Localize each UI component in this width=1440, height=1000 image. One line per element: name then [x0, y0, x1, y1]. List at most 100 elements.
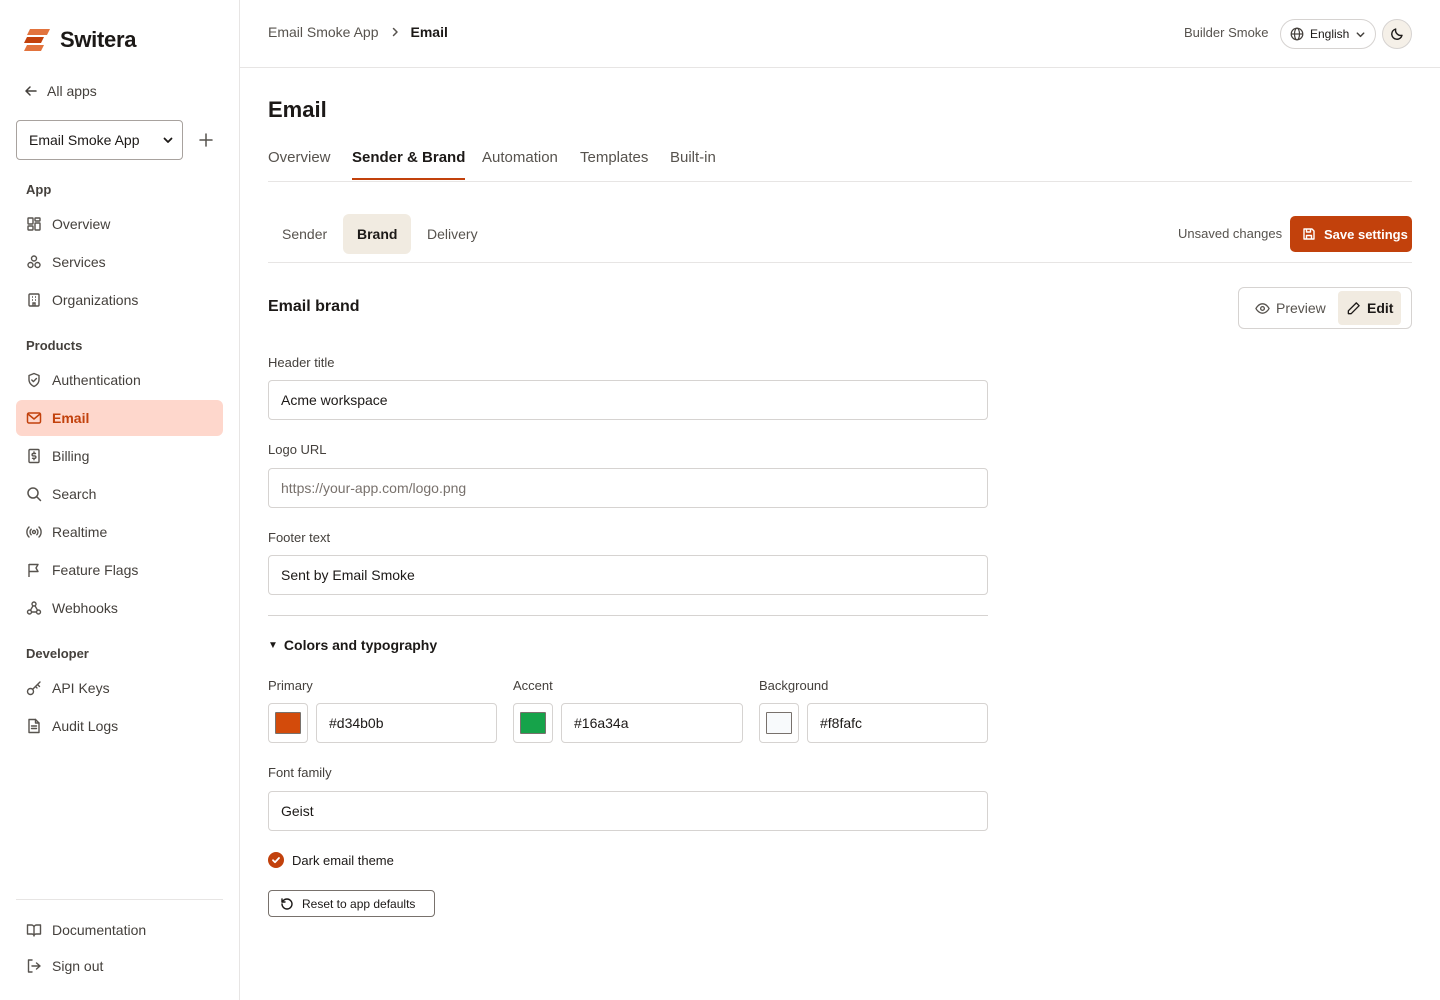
breadcrumb-app[interactable]: Email Smoke App — [268, 24, 379, 40]
main-tabs: Overview Sender & Brand Automation Templ… — [268, 146, 1412, 182]
accent-color-input[interactable]: #16a34a — [561, 703, 743, 743]
section-label-products: Products — [26, 338, 83, 353]
sidebar-item-label: Search — [52, 486, 97, 502]
sign-out-button[interactable]: Sign out — [16, 948, 223, 984]
add-app-button[interactable] — [196, 130, 216, 150]
chevron-down-icon — [1355, 29, 1366, 40]
page-title: Email — [268, 97, 327, 122]
sidebar-item-label: Authentication — [52, 372, 141, 388]
subtab-delivery[interactable]: Delivery — [413, 214, 492, 254]
logo-url-placeholder: https://your-app.com/logo.png — [281, 480, 467, 496]
primary-color-input[interactable]: #d34b0b — [316, 703, 497, 743]
sidebar-item-organizations[interactable]: Organizations — [16, 282, 223, 318]
sub-tabs: Sender Brand Delivery Unsaved changes Sa… — [268, 214, 1412, 263]
save-settings-button[interactable]: Save settings — [1290, 216, 1412, 252]
sidebar-item-realtime[interactable]: Realtime — [16, 514, 223, 550]
background-color-input[interactable]: #f8fafc — [807, 703, 988, 743]
book-open-icon — [26, 922, 42, 938]
all-apps-label: All apps — [47, 83, 97, 99]
brand-name: Switera — [60, 27, 137, 52]
breadcrumb: Email Smoke App Email — [268, 24, 448, 40]
subtab-brand[interactable]: Brand — [343, 214, 412, 254]
rotate-ccw-icon — [280, 897, 294, 911]
tab-sender-brand[interactable]: Sender & Brand — [352, 149, 466, 180]
theme-toggle-button[interactable] — [1382, 19, 1412, 49]
background-color-swatch — [766, 712, 792, 734]
preview-label: Preview — [1276, 300, 1326, 316]
dark-theme-checkbox[interactable] — [268, 852, 284, 868]
sidebar-item-audit-logs[interactable]: Audit Logs — [16, 708, 223, 744]
brand-logo[interactable]: Switera — [24, 27, 136, 53]
preview-button[interactable]: Preview — [1247, 291, 1334, 325]
app-select-value: Email Smoke App — [29, 132, 140, 148]
flag-icon — [26, 562, 42, 578]
sidebar: Switera All apps Email Smoke App App Ove… — [0, 0, 240, 1000]
accent-color-picker[interactable] — [513, 703, 553, 743]
sidebar-item-label: API Keys — [52, 680, 110, 696]
section-label-developer: Developer — [26, 646, 89, 661]
globe-icon — [1290, 27, 1304, 41]
search-icon — [26, 486, 42, 502]
primary-color-swatch — [275, 712, 301, 734]
top-bar: Email Smoke App Email Builder Smoke Engl… — [240, 0, 1440, 68]
sidebar-item-api-keys[interactable]: API Keys — [16, 670, 223, 706]
dark-theme-label: Dark email theme — [292, 852, 394, 868]
services-icon — [26, 254, 42, 270]
edit-label: Edit — [1367, 300, 1394, 316]
sidebar-item-services[interactable]: Services — [16, 244, 223, 280]
logo-url-label: Logo URL — [268, 442, 327, 457]
user-name: Builder Smoke — [1184, 25, 1269, 40]
unsaved-changes-text: Unsaved changes — [1178, 226, 1283, 241]
subtab-sender[interactable]: Sender — [268, 214, 341, 254]
save-settings-label: Save settings — [1324, 226, 1408, 242]
colors-typography-toggle[interactable]: ▼ Colors and typography — [268, 637, 437, 653]
background-color-picker[interactable] — [759, 703, 799, 743]
log-out-icon — [26, 958, 42, 974]
primary-color-picker[interactable] — [268, 703, 308, 743]
footer-text-value: Sent by Email Smoke — [281, 567, 415, 583]
sidebar-item-billing[interactable]: Billing — [16, 438, 223, 474]
app-select[interactable]: Email Smoke App — [16, 120, 183, 160]
pencil-icon — [1346, 301, 1361, 316]
footer-text-input[interactable]: Sent by Email Smoke — [268, 555, 988, 595]
shield-check-icon — [26, 372, 42, 388]
sidebar-item-search[interactable]: Search — [16, 476, 223, 512]
tab-automation[interactable]: Automation — [482, 149, 558, 178]
tab-overview[interactable]: Overview — [268, 149, 331, 178]
building-icon — [26, 292, 42, 308]
form-divider — [268, 615, 988, 616]
background-color-value: #f8fafc — [820, 715, 863, 731]
sidebar-item-authentication[interactable]: Authentication — [16, 362, 223, 398]
moon-icon — [1390, 27, 1404, 41]
sidebar-divider — [16, 899, 223, 900]
check-icon — [271, 855, 281, 865]
font-family-input[interactable]: Geist — [268, 791, 988, 831]
sidebar-item-email[interactable]: Email — [16, 400, 223, 436]
grid-icon — [26, 216, 42, 232]
edit-button[interactable]: Edit — [1338, 291, 1402, 325]
documentation-label: Documentation — [52, 922, 147, 938]
language-select[interactable]: English — [1280, 19, 1376, 49]
sidebar-item-webhooks[interactable]: Webhooks — [16, 590, 223, 626]
sidebar-item-label: Services — [52, 254, 106, 270]
sidebar-item-overview[interactable]: Overview — [16, 206, 223, 242]
dark-theme-row: Dark email theme — [268, 852, 394, 868]
sidebar-item-label: Organizations — [52, 292, 139, 308]
email-brand-title: Email brand — [268, 298, 360, 315]
reset-defaults-button[interactable]: Reset to app defaults — [268, 890, 435, 917]
tab-templates[interactable]: Templates — [580, 149, 648, 178]
webhook-icon — [26, 600, 42, 616]
tab-built-in[interactable]: Built-in — [670, 149, 716, 178]
save-icon — [1302, 227, 1316, 241]
header-title-input[interactable]: Acme workspace — [268, 380, 988, 420]
section-label-app: App — [26, 182, 52, 197]
header-title-value: Acme workspace — [281, 392, 388, 408]
logo-url-input[interactable]: https://your-app.com/logo.png — [268, 468, 988, 508]
sidebar-item-label: Realtime — [52, 524, 108, 540]
language-label: English — [1310, 27, 1350, 41]
all-apps-link[interactable]: All apps — [24, 80, 97, 102]
sidebar-item-feature-flags[interactable]: Feature Flags — [16, 552, 223, 588]
documentation-link[interactable]: Documentation — [16, 912, 223, 948]
file-text-icon — [26, 718, 42, 734]
sidebar-item-label: Email — [52, 410, 90, 426]
